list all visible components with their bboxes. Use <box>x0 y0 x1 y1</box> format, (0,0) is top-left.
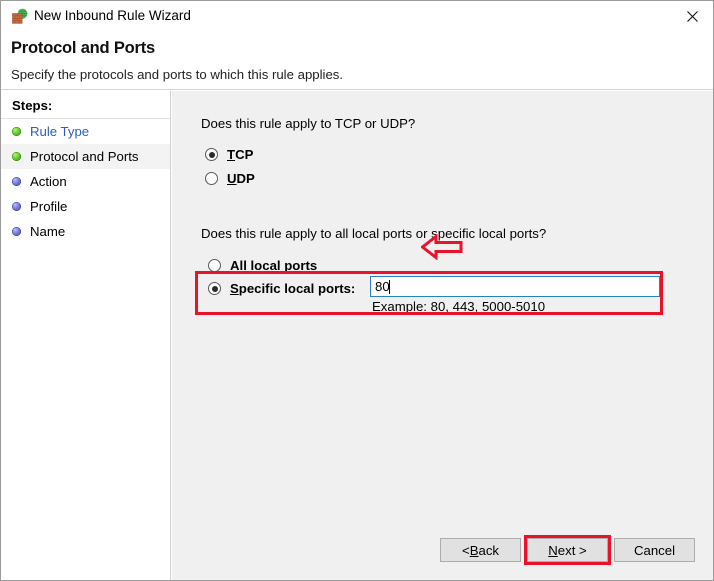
sidebar-item-label: Name <box>30 224 66 239</box>
sidebar-item-protocol-and-ports[interactable]: Protocol and Ports <box>1 144 170 169</box>
sidebar-item-profile[interactable]: Profile <box>1 194 170 219</box>
main-content-panel: Does this rule apply to TCP or UDP? TCP … <box>172 91 713 580</box>
label-rest: ll local ports <box>239 258 318 273</box>
radio-button-icon[interactable] <box>205 148 218 161</box>
wizard-footer: < Back Next > Cancel <box>172 519 713 580</box>
steps-heading: Steps: <box>12 98 53 113</box>
cancel-button[interactable]: Cancel <box>614 538 695 562</box>
accelerator-letter: S <box>230 281 239 296</box>
accelerator-letter: N <box>548 542 558 558</box>
sidebar-item-label: Rule Type <box>30 124 90 139</box>
step-bullet-icon <box>12 227 21 236</box>
firewall-brickwall-globe-icon <box>11 8 28 25</box>
label-rest: ack <box>478 542 500 558</box>
label-rest: pecific local ports: <box>238 281 356 296</box>
text-caret <box>389 280 390 294</box>
radio-option-all-local-ports[interactable]: All local ports <box>208 258 317 273</box>
radio-option-udp[interactable]: UDP <box>205 171 255 186</box>
next-button[interactable]: Next > <box>527 538 608 562</box>
accelerator-letter: A <box>230 258 240 273</box>
radio-label-specific-local-ports: Specific local ports: <box>230 281 355 296</box>
radio-button-icon[interactable] <box>205 172 218 185</box>
accelerator-letter: U <box>227 171 237 186</box>
radio-label-tcp: TCP <box>227 147 253 162</box>
title-bar: New Inbound Rule Wizard <box>1 1 713 31</box>
label-rest: CP <box>235 147 254 162</box>
sidebar-item-rule-type[interactable]: Rule Type <box>1 119 170 144</box>
specific-ports-value: 80 <box>375 279 390 294</box>
radio-label-udp: UDP <box>227 171 255 186</box>
sidebar-item-action[interactable]: Action <box>1 169 170 194</box>
page-subtitle: Specify the protocols and ports to which… <box>11 67 344 82</box>
label-rest: DP <box>236 171 255 186</box>
radio-button-icon[interactable] <box>208 259 221 272</box>
page-header: Protocol and Ports Specify the protocols… <box>1 31 713 89</box>
label-rest: ext > <box>557 542 587 558</box>
accelerator-letter: B <box>469 542 479 558</box>
wizard-window: New Inbound Rule Wizard Protocol and Por… <box>0 0 714 581</box>
step-bullet-icon <box>12 152 21 161</box>
accelerator-letter: T <box>227 147 236 162</box>
header-divider <box>1 89 713 90</box>
ports-example-hint: Example: 80, 443, 5000-5010 <box>372 299 546 314</box>
back-button[interactable]: < Back <box>440 538 521 562</box>
window-title: New Inbound Rule Wizard <box>34 8 191 23</box>
step-bullet-icon <box>12 127 21 136</box>
radio-label-all-local-ports: All local ports <box>230 258 317 273</box>
page-title: Protocol and Ports <box>11 39 155 57</box>
specific-ports-input[interactable]: 80 <box>370 276 660 297</box>
sidebar-item-label: Protocol and Ports <box>30 149 139 164</box>
steps-sidebar: Steps: Rule Type Protocol and Ports Acti… <box>1 91 171 580</box>
radio-option-tcp[interactable]: TCP <box>205 147 253 162</box>
protocol-prompt: Does this rule apply to TCP or UDP? <box>201 116 416 131</box>
radio-button-icon[interactable] <box>208 282 221 295</box>
steps-list: Rule Type Protocol and Ports Action Prof… <box>1 119 170 244</box>
sidebar-item-label: Action <box>30 174 67 189</box>
sidebar-item-name[interactable]: Name <box>1 219 170 244</box>
step-bullet-icon <box>12 177 21 186</box>
button-prefix: < <box>461 542 470 558</box>
close-icon[interactable] <box>670 1 713 30</box>
step-bullet-icon <box>12 202 21 211</box>
radio-option-specific-local-ports[interactable]: Specific local ports: <box>208 281 355 296</box>
ports-prompt: Does this rule apply to all local ports … <box>201 226 547 241</box>
sidebar-item-label: Profile <box>30 199 68 214</box>
